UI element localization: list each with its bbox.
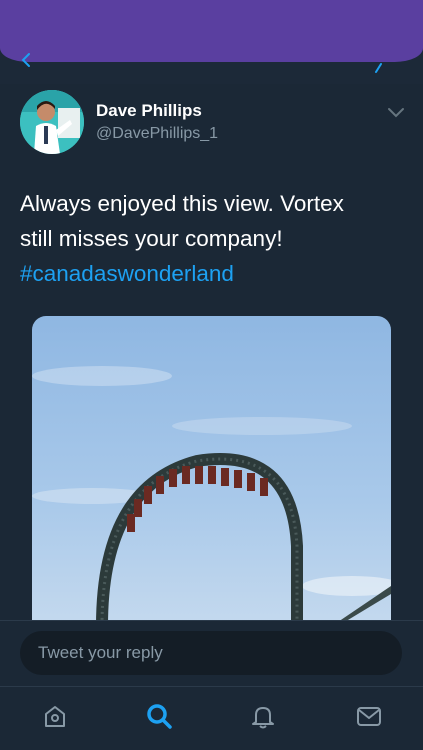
tab-messages[interactable] xyxy=(354,701,384,731)
tab-home[interactable] xyxy=(40,701,70,731)
chevron-left-icon xyxy=(21,53,30,67)
top-header xyxy=(0,0,423,84)
header-action-icon[interactable] xyxy=(372,58,388,74)
search-icon xyxy=(147,704,172,729)
chevron-down-icon xyxy=(388,108,404,118)
back-button[interactable] xyxy=(14,48,38,72)
hashtag-link[interactable]: #canadaswonderland xyxy=(20,256,410,291)
bell-icon xyxy=(252,707,274,729)
display-name[interactable]: Dave Phillips xyxy=(96,101,202,121)
tweet-photo[interactable] xyxy=(32,316,391,626)
tweet-options-button[interactable] xyxy=(386,106,406,120)
avatar[interactable] xyxy=(20,90,84,154)
reply-input[interactable]: Tweet your reply xyxy=(20,631,402,675)
home-icon xyxy=(45,706,65,727)
mail-icon xyxy=(357,707,381,726)
bottom-tab-bar xyxy=(0,686,423,750)
tab-notifications[interactable] xyxy=(248,701,278,731)
tweet-text: Always enjoyed this view. Vortex still m… xyxy=(20,186,410,291)
header-banner xyxy=(0,0,423,62)
tab-search[interactable] xyxy=(144,701,174,731)
user-handle[interactable]: @DavePhillips_1 xyxy=(96,125,218,143)
tweet-text-line: Always enjoyed this view. Vortex xyxy=(20,191,344,216)
roller-coaster-photo xyxy=(32,316,391,626)
tweet-text-line: still misses your company! xyxy=(20,226,283,251)
reply-bar: Tweet your reply xyxy=(0,620,423,686)
tweet-card: Dave Phillips @DavePhillips_1 Always enj… xyxy=(0,84,423,626)
